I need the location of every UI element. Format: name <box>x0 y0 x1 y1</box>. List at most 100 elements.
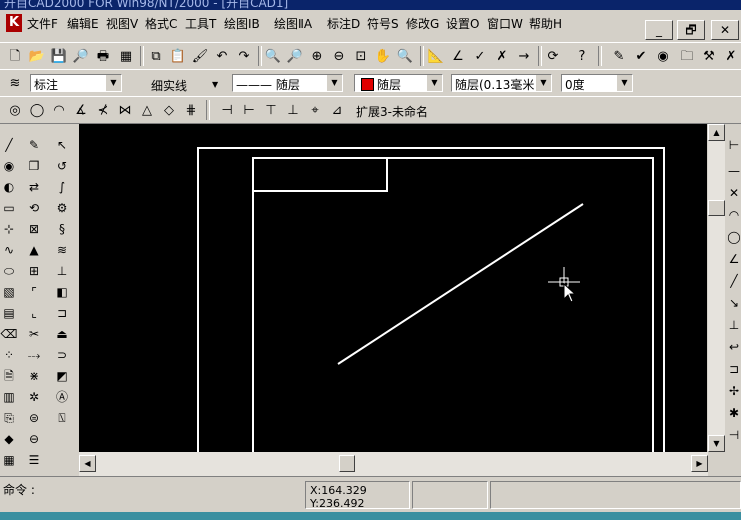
line-tool-icon[interactable]: ╱ <box>0 136 18 154</box>
dim-tick-icon[interactable]: ↩ <box>727 338 741 356</box>
zoom-previous-icon[interactable]: 🔍 <box>396 47 414 65</box>
vertical-scroll-thumb[interactable] <box>708 200 725 216</box>
circle-tool-icon[interactable]: ◉ <box>0 157 18 175</box>
paste-icon[interactable]: 📋 <box>169 47 187 65</box>
dim-slope-icon[interactable]: ╱ <box>727 272 741 290</box>
dim-h2-icon[interactable]: ⊢ <box>240 101 258 119</box>
pen-icon[interactable]: ✎ <box>610 47 628 65</box>
zoom-in-icon[interactable]: ⊕ <box>308 47 326 65</box>
save-icon[interactable]: 💾 <box>50 47 68 65</box>
grid-icon[interactable]: ⋕ <box>182 101 200 119</box>
angle-combo[interactable]: 0度 ▼ <box>561 74 633 92</box>
horizontal-scroll-thumb[interactable] <box>339 455 355 472</box>
chamfer-tool-icon[interactable]: ⌞ <box>25 304 43 322</box>
chevron-down-icon[interactable]: ▼ <box>426 75 442 91</box>
menu-tools[interactable]: 工具T <box>185 15 216 32</box>
app-logo-icon[interactable]: K <box>6 14 22 32</box>
x-mark-icon[interactable]: ✗ <box>722 47 740 65</box>
rough-tool-icon[interactable]: ⍂ <box>53 409 71 427</box>
dim-arrow-icon[interactable]: ↘ <box>727 294 741 312</box>
insert-tool-icon[interactable]: ⎘ <box>0 409 18 427</box>
arc-icon[interactable]: ◠ <box>50 101 68 119</box>
gradient-tool-icon[interactable]: ◩ <box>53 367 71 385</box>
zoom-out-icon[interactable]: ⊖ <box>330 47 348 65</box>
check-icon[interactable]: ✓ <box>471 47 489 65</box>
list-tool-icon[interactable]: ☰ <box>25 451 43 469</box>
rect-tool-icon[interactable]: ▭ <box>0 199 18 217</box>
copy-icon[interactable]: ⧉ <box>147 47 165 65</box>
hat-tool-icon[interactable]: ⏏ <box>53 325 71 343</box>
dim-cross-icon[interactable]: ✢ <box>727 382 741 400</box>
dim-star-icon[interactable]: ✱ <box>727 404 741 422</box>
command-prompt[interactable]: 命令 : <box>3 481 35 498</box>
pan-hand-icon[interactable]: ✋ <box>374 47 392 65</box>
triangle-icon[interactable]: △ <box>138 101 156 119</box>
dim-h-icon[interactable]: ⊣ <box>218 101 236 119</box>
color-combo[interactable]: 随层 ▼ <box>354 74 443 92</box>
drawing-canvas[interactable] <box>79 124 707 452</box>
dim-x-icon[interactable]: ✕ <box>727 184 741 202</box>
stretch-tool-icon[interactable]: ⊜ <box>25 409 43 427</box>
close-button[interactable]: ✕ <box>711 20 739 40</box>
tool-icon[interactable]: ⚒ <box>700 47 718 65</box>
weld-tool-icon[interactable]: ⊖ <box>25 430 43 448</box>
dim-line-icon[interactable]: — <box>727 162 741 180</box>
special-icon[interactable]: ⌖ <box>306 101 324 119</box>
erase-tool-icon[interactable]: ⌫ <box>0 325 18 343</box>
redo-icon[interactable]: ↷ <box>235 47 253 65</box>
print-icon[interactable]: 🖶 <box>94 47 112 65</box>
eraser-tool-icon[interactable]: ◆ <box>0 430 18 448</box>
menu-help[interactable]: 帮助H <box>529 15 562 32</box>
table-tool-icon[interactable]: ▥ <box>0 388 18 406</box>
menu-modify[interactable]: 修改G <box>406 15 439 32</box>
help-icon[interactable]: ? <box>573 47 591 65</box>
menu-file[interactable]: 文件F <box>27 15 58 32</box>
pencil-tool-icon[interactable]: ✎ <box>25 136 43 154</box>
scale-tool-icon[interactable]: ⊠ <box>25 220 43 238</box>
text-tool-icon[interactable]: ▤ <box>0 304 18 322</box>
menu-format[interactable]: 格式C <box>145 15 177 32</box>
scroll-down-button[interactable]: ▼ <box>708 435 725 452</box>
dim-base-icon[interactable]: ⊥ <box>727 316 741 334</box>
arrow-cursor-icon[interactable]: ↖ <box>53 136 71 154</box>
plot-icon[interactable]: ▦ <box>117 47 135 65</box>
hatch-tool-icon[interactable]: ▧ <box>0 283 18 301</box>
folder-icon[interactable]: 🗀 <box>678 47 696 65</box>
mirror-tool-icon[interactable]: ⇄ <box>25 178 43 196</box>
arrow-right-icon[interactable]: → <box>515 47 533 65</box>
extend-tool-icon[interactable]: ⤏ <box>25 346 43 364</box>
match-properties-icon[interactable]: 🖌 <box>191 47 209 65</box>
scroll-up-button[interactable]: ▲ <box>708 124 725 141</box>
menu-window[interactable]: 窗口W <box>487 15 523 32</box>
vertical-scrollbar[interactable]: ▲ ▼ <box>708 124 725 452</box>
dim-right-icon[interactable]: ⊢ <box>727 136 741 154</box>
new-file-icon[interactable]: 🗋 <box>6 47 24 65</box>
style-combo[interactable]: 标注 ▼ <box>30 74 122 92</box>
refresh-icon[interactable]: ⟳ <box>544 47 562 65</box>
frame-tool-icon[interactable]: ⊐ <box>53 304 71 322</box>
minimize-button[interactable]: _ <box>645 20 673 40</box>
menu-draw1[interactable]: 绘图ⅠB <box>224 15 260 32</box>
rotate-tool-icon[interactable]: ⟲ <box>25 199 43 217</box>
chevron-down-icon[interactable]: ▼ <box>212 80 218 89</box>
layers-icon[interactable]: ≋ <box>6 74 24 92</box>
menu-view[interactable]: 视图V <box>106 15 138 32</box>
triangle-tool-icon[interactable]: ▲ <box>25 241 43 259</box>
menu-edit[interactable]: 编辑E <box>67 15 99 32</box>
mark-icon[interactable]: ✔ <box>632 47 650 65</box>
circle-2-icon[interactable]: ◯ <box>28 101 46 119</box>
zoom-window-icon[interactable]: 🔍 <box>264 47 282 65</box>
gear-tool-icon[interactable]: ⚙ <box>53 199 71 217</box>
menu-settings[interactable]: 设置O <box>446 15 479 32</box>
dim-arc-icon[interactable]: ◠ <box>727 206 741 224</box>
dim-h4-icon[interactable]: ⊥ <box>284 101 302 119</box>
chevron-down-icon[interactable]: ▼ <box>535 75 551 91</box>
menu-draw2[interactable]: 绘图ⅡA <box>274 15 312 32</box>
dim-h3-icon[interactable]: ⊤ <box>262 101 280 119</box>
chevron-down-icon[interactable]: ▼ <box>326 75 342 91</box>
lineweight-combo[interactable]: 随层(0.13毫米) ▼ <box>451 74 552 92</box>
zoom-realtime-icon[interactable]: 🔎 <box>286 47 304 65</box>
restore-button[interactable]: 🗗 <box>677 20 705 40</box>
curve-tool-icon[interactable]: ∫ <box>53 178 71 196</box>
circle-icon[interactable]: ◎ <box>6 101 24 119</box>
